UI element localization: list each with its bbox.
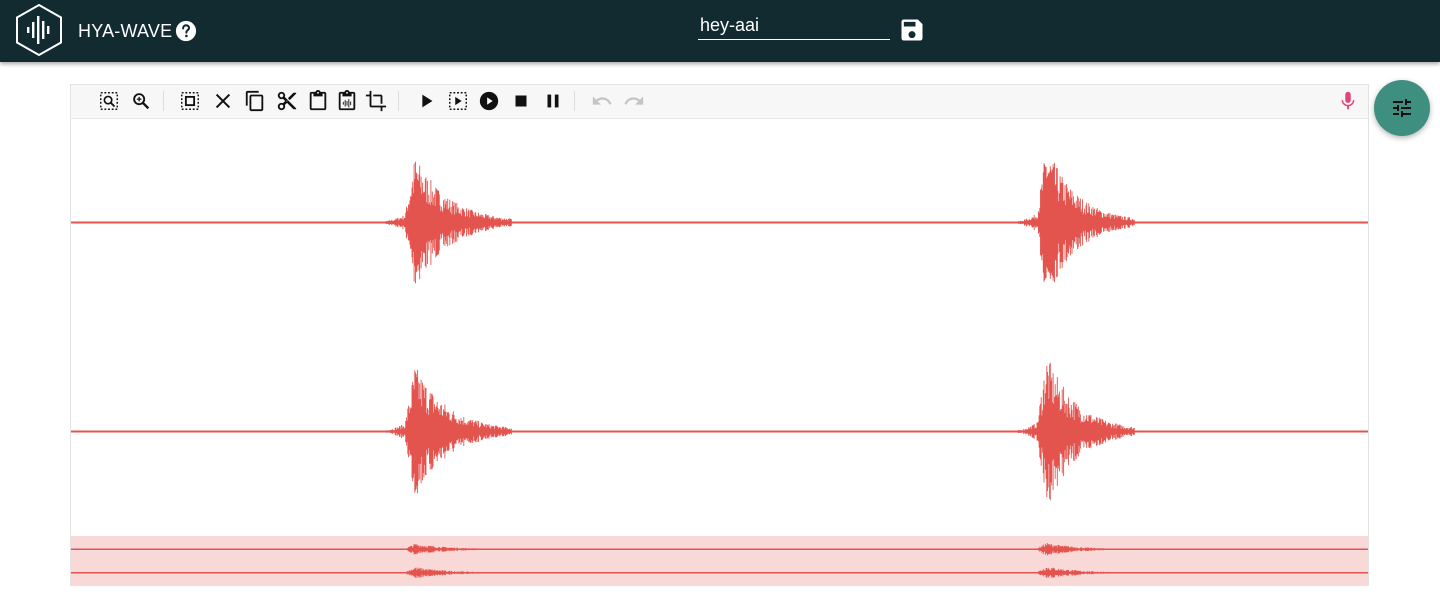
paste-button[interactable] xyxy=(307,90,329,112)
play-button[interactable] xyxy=(415,90,437,112)
copy-icon xyxy=(245,90,264,112)
floppy-disk-icon[interactable] xyxy=(898,16,926,44)
zoom-to-selection-icon xyxy=(100,92,118,110)
paste-waveform-icon xyxy=(338,90,356,111)
toolbar-divider xyxy=(163,91,164,111)
crop-icon xyxy=(365,90,387,112)
select-all-button[interactable] xyxy=(179,90,201,112)
app-header: HYA-WAVE xyxy=(0,0,1440,62)
editor-toolbar xyxy=(71,85,1368,119)
zoom-button[interactable] xyxy=(130,90,152,112)
play-selection-icon xyxy=(449,92,467,110)
cut-button[interactable] xyxy=(276,90,298,112)
play-icon xyxy=(422,94,433,108)
undo-button[interactable] xyxy=(591,90,613,112)
pause-button[interactable] xyxy=(542,90,564,112)
clear-button[interactable] xyxy=(212,90,234,112)
tune-sliders-icon xyxy=(1393,99,1411,117)
waveform-display[interactable] xyxy=(71,118,1368,536)
crop-button[interactable] xyxy=(365,90,387,112)
stop-button[interactable] xyxy=(510,90,532,112)
play-selection-button[interactable] xyxy=(447,90,469,112)
redo-icon xyxy=(624,96,644,105)
app-title: HYA-WAVE xyxy=(78,21,173,41)
scissors-icon xyxy=(277,91,297,111)
close-icon xyxy=(215,93,231,109)
pause-icon xyxy=(547,94,559,108)
redo-button[interactable] xyxy=(623,90,645,112)
waveform-editor xyxy=(70,84,1369,586)
stop-icon xyxy=(515,95,527,107)
hexagon-waveform-icon[interactable] xyxy=(14,3,64,57)
filename-input[interactable] xyxy=(698,12,890,40)
select-all-icon xyxy=(181,92,199,110)
toolbar-divider xyxy=(574,91,575,111)
zoom-to-selection-button[interactable] xyxy=(98,90,120,112)
undo-icon xyxy=(592,96,612,105)
help-circle-icon[interactable] xyxy=(175,20,197,42)
copy-button[interactable] xyxy=(244,90,266,112)
overview-channel-2 xyxy=(71,567,1368,578)
waveform-channel-2 xyxy=(71,362,1368,501)
clipboard-icon xyxy=(309,90,327,111)
waveform-overview[interactable] xyxy=(71,536,1368,585)
overview-channel-1 xyxy=(71,543,1368,556)
paste-waveform-button[interactable] xyxy=(336,90,358,112)
toolbar-divider xyxy=(398,91,399,111)
record-button[interactable] xyxy=(1337,90,1359,112)
microphone-icon xyxy=(1341,91,1355,110)
zoom-icon xyxy=(133,93,150,110)
play-circle-icon xyxy=(479,91,499,111)
play-from-cursor-button[interactable] xyxy=(478,90,500,112)
settings-button[interactable] xyxy=(1374,80,1430,136)
waveform-channel-1 xyxy=(71,161,1368,284)
